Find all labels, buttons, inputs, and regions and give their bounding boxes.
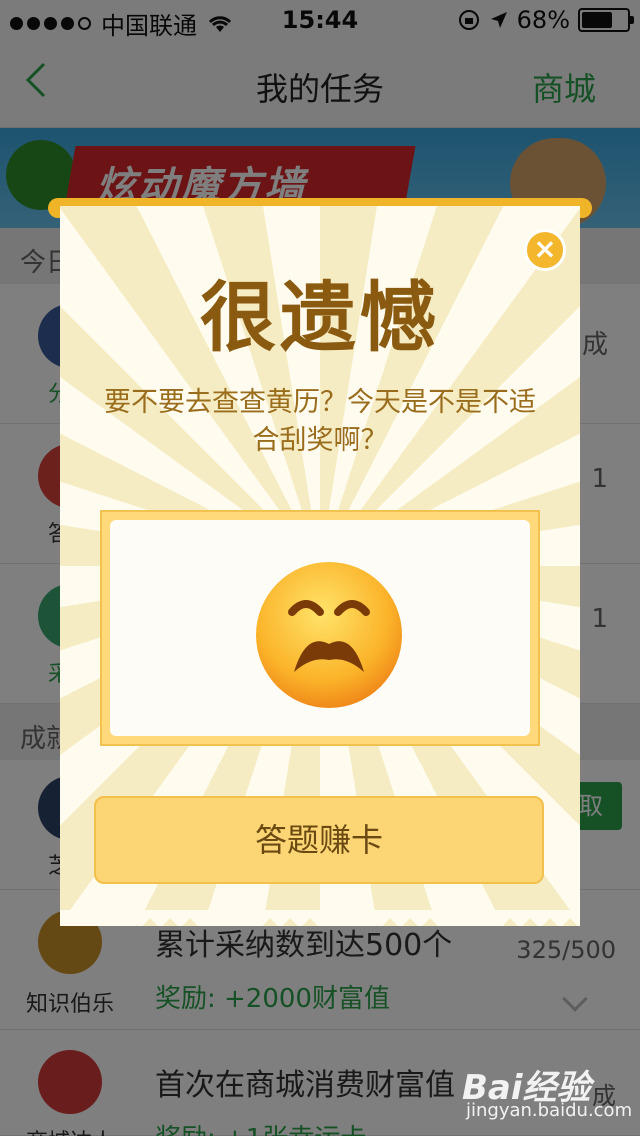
modal-message: 要不要去查查黄历？今天是不是不适合刮奖啊？	[104, 387, 536, 456]
scratch-card-area	[110, 520, 530, 736]
answer-earn-card-button[interactable]: 答题赚卡	[94, 796, 544, 884]
scratch-card-frame	[100, 510, 540, 746]
modal-title: 很遗憾	[200, 273, 440, 362]
sad-face-emoji-icon	[256, 562, 402, 708]
baidu-watermark: Bai经验 jingyan.baidu.com	[462, 1060, 632, 1126]
watermark-url: jingyan.baidu.com	[466, 1100, 633, 1121]
ticket-edge	[60, 910, 580, 926]
